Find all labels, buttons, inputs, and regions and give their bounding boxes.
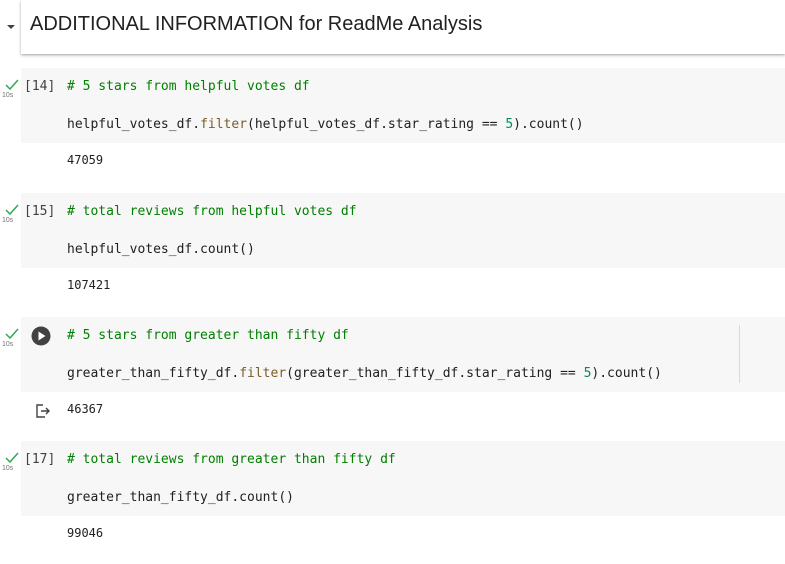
code-tail: ).count() xyxy=(591,366,662,381)
section-header-card: ADDITIONAL INFORMATION for ReadMe Analys… xyxy=(21,0,785,54)
code-cell-15[interactable]: 10s [15] # total reviews from helpful vo… xyxy=(0,193,785,303)
code-comment-line: # 5 stars from helpful votes df xyxy=(67,79,310,94)
cell-output: 47059 xyxy=(67,153,104,167)
code-tail: ).count() xyxy=(513,117,584,132)
code-comment-line: # total reviews from greater than fifty … xyxy=(67,452,396,467)
code-statement-line: greater_than_fifty_df.count() xyxy=(67,490,294,505)
code-cell-14[interactable]: 10s [14] # 5 stars from helpful votes df… xyxy=(0,68,785,178)
code-comment: # total reviews from helpful votes df xyxy=(67,204,357,219)
check-icon xyxy=(5,79,19,91)
execution-time: 10s xyxy=(2,341,14,348)
code-args: (greater_than_fifty_df.star_rating == xyxy=(286,366,584,381)
code-statement-line: greater_than_fifty_df.filter(greater_tha… xyxy=(67,366,662,381)
code-statement-line: helpful_votes_df.count() xyxy=(67,242,255,257)
code-comment: # total reviews from greater than fifty … xyxy=(67,452,396,467)
code-cell-17[interactable]: 10s [17] # total reviews from greater th… xyxy=(0,441,785,551)
execution-time: 10s xyxy=(2,217,14,224)
code-statement-line: helpful_votes_df.filter(helpful_votes_df… xyxy=(67,117,584,132)
code-object: greater_than_fifty_df. xyxy=(67,366,240,381)
code-object: helpful_votes_df. xyxy=(67,117,201,132)
section-title: ADDITIONAL INFORMATION for ReadMe Analys… xyxy=(30,13,483,35)
execution-count: [14] xyxy=(24,79,56,94)
play-icon[interactable] xyxy=(31,326,51,346)
caret-down-icon[interactable] xyxy=(2,17,20,35)
code-comment-line: # 5 stars from greater than fifty df xyxy=(67,328,349,343)
code-comment: # 5 stars from helpful votes df xyxy=(67,79,310,94)
code-comment-line: # total reviews from helpful votes df xyxy=(67,204,357,219)
code-method: filter xyxy=(239,366,287,381)
check-icon xyxy=(5,452,19,464)
code-comment: # 5 stars from greater than fifty df xyxy=(67,328,349,343)
execution-count: [15] xyxy=(24,204,56,219)
execution-time: 10s xyxy=(2,92,14,99)
output-redirect-icon[interactable] xyxy=(34,403,52,419)
code-args: (helpful_votes_df.star_rating == xyxy=(247,117,506,132)
cell-output: 46367 xyxy=(67,402,104,416)
section-header: ADDITIONAL INFORMATION for ReadMe Analys… xyxy=(0,0,785,56)
check-icon xyxy=(5,328,19,340)
execution-count: [17] xyxy=(24,452,56,467)
code-number: 5 xyxy=(505,117,514,132)
cell-output: 99046 xyxy=(67,526,104,540)
editor-divider xyxy=(739,325,740,383)
execution-time: 10s xyxy=(2,465,14,472)
check-icon xyxy=(5,204,19,216)
cell-output: 107421 xyxy=(67,278,111,292)
code-method: filter xyxy=(200,117,248,132)
code-cell-active[interactable]: 10s # 5 stars from greater than fifty df… xyxy=(0,317,785,427)
